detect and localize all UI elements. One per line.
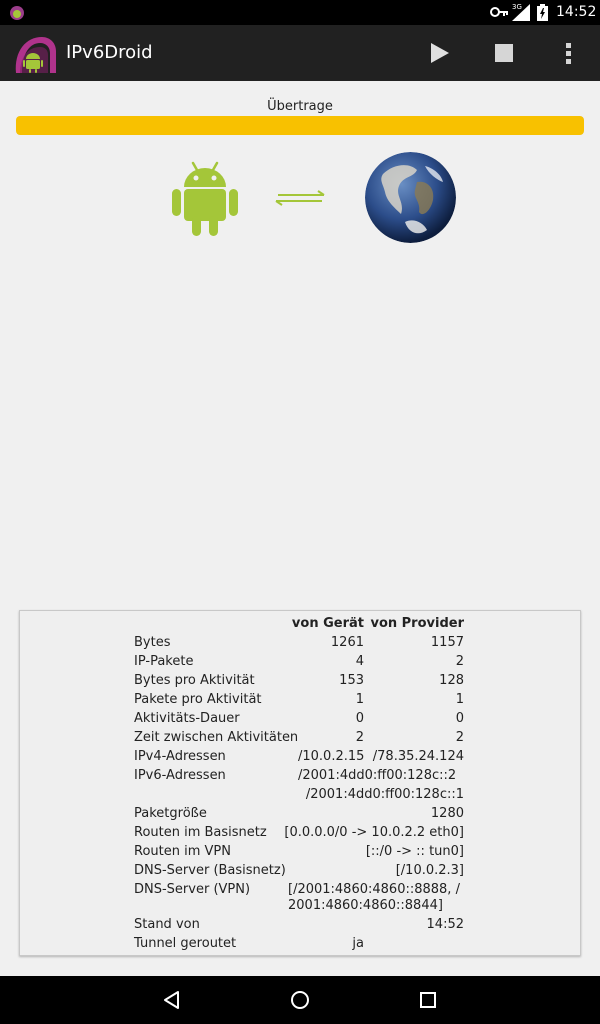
tunnel-routed-value: ja: [352, 936, 364, 951]
stat-provider-value: 2: [455, 730, 464, 745]
play-icon: [431, 43, 449, 63]
stat-label: Bytes pro Aktivität: [134, 673, 255, 688]
since-label: Stand von: [134, 917, 200, 932]
ipv4-device-address: /10.0.2.15: [298, 749, 365, 764]
ipv6-device-address: /2001:4dd0:ff00:128c::2: [298, 768, 457, 783]
ipv6-provider-address: /2001:4dd0:ff00:128c::1: [305, 787, 464, 802]
column-header-device: von Gerät: [291, 616, 364, 631]
app-title: IPv6Droid: [66, 42, 153, 63]
exchange-arrows-icon: [275, 190, 325, 206]
routes-vpn-value: [::/0 -> :: tun0]: [365, 844, 464, 859]
app-notification-icon: [10, 6, 24, 20]
status-clock: 14:52: [556, 4, 597, 20]
home-button[interactable]: [284, 984, 316, 1016]
recent-apps-icon: [420, 992, 436, 1008]
stat-device-value: 2: [355, 730, 364, 745]
globe-icon: [365, 152, 456, 243]
transfer-status-label: Übertrage: [267, 99, 333, 114]
android-robot-icon: [172, 161, 238, 236]
packet-size-label: Paketgröße: [134, 806, 207, 821]
status-bar: 3G 14:52: [0, 0, 600, 25]
ipv4-label: IPv4-Adressen: [134, 749, 226, 764]
app-logo-icon: [15, 37, 57, 73]
stat-label: Aktivitäts-Dauer: [134, 711, 240, 726]
vpn-key-icon: [490, 7, 508, 17]
back-button[interactable]: [156, 984, 188, 1016]
stat-label: Pakete pro Aktivität: [134, 692, 262, 707]
stat-provider-value: 1157: [430, 635, 464, 650]
stat-provider-value: 0: [455, 711, 464, 726]
stat-device-value: 153: [339, 673, 364, 688]
ipv4-provider-address: /78.35.24.124: [372, 749, 464, 764]
dns-vpn-value-line1: [/2001:4860:4860::8888, /: [288, 882, 460, 897]
stat-label: IP-Pakete: [134, 654, 194, 669]
stat-device-value: 0: [355, 711, 364, 726]
stat-provider-value: 128: [439, 673, 464, 688]
stop-icon: [495, 44, 513, 62]
signal-icon: [512, 4, 530, 21]
routes-vpn-label: Routen im VPN: [134, 844, 231, 859]
statistics-panel: von Gerät von Provider Bytes 1261 1157 I…: [19, 610, 581, 956]
since-value: 14:52: [426, 917, 464, 932]
stat-device-value: 1261: [330, 635, 364, 650]
ipv6-label: IPv6-Adressen: [134, 768, 226, 783]
home-icon: [291, 991, 309, 1009]
tunnel-routed-label: Tunnel geroutet: [134, 936, 237, 951]
stat-device-value: 4: [355, 654, 364, 669]
stat-provider-value: 2: [455, 654, 464, 669]
stat-label: Zeit zwischen Aktivitäten: [134, 730, 299, 745]
column-header-provider: von Provider: [370, 616, 464, 631]
dns-vpn-value-line2: 2001:4860:4860::8844]: [288, 898, 443, 913]
stop-button[interactable]: [484, 33, 524, 73]
routes-base-label: Routen im Basisnetz: [134, 825, 267, 840]
dns-base-value: [/10.0.2.3]: [395, 863, 464, 878]
stat-device-value: 1: [355, 692, 364, 707]
transfer-progress-bar: [16, 116, 584, 135]
action-bar: IPv6Droid: [0, 25, 600, 81]
stat-provider-value: 1: [455, 692, 464, 707]
start-button[interactable]: [420, 33, 460, 73]
back-icon: [164, 991, 179, 1009]
progress-fill: [16, 116, 584, 135]
navigation-bar: [0, 976, 600, 1024]
packet-size-value: 1280: [430, 806, 464, 821]
overflow-menu-icon: [566, 43, 571, 64]
overflow-menu-button[interactable]: [548, 33, 588, 73]
routes-base-value: [0.0.0.0/0 -> 10.0.2.2 eth0]: [284, 825, 464, 840]
battery-icon: [537, 4, 548, 21]
dns-vpn-label: DNS-Server (VPN): [134, 882, 251, 897]
stat-label: Bytes: [134, 635, 171, 650]
recent-apps-button[interactable]: [412, 984, 444, 1016]
